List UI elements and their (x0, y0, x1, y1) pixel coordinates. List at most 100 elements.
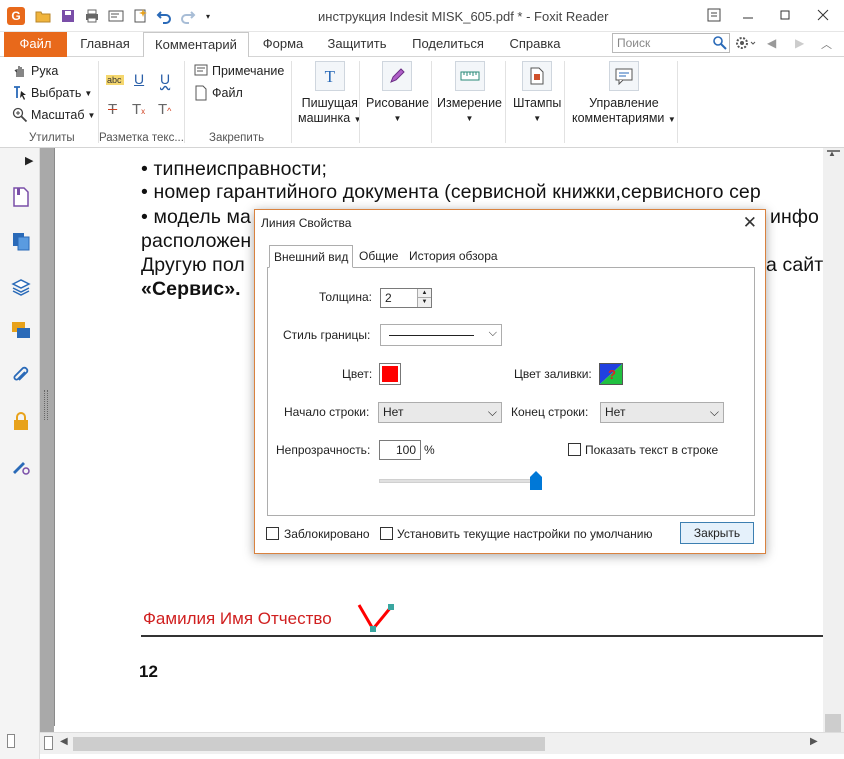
attachments-icon[interactable] (10, 365, 32, 387)
chevron-down-icon: ⌵ (487, 405, 497, 419)
signature-icon[interactable] (10, 455, 32, 477)
text-markup-group-label: Разметка текс... (99, 132, 184, 144)
tab-general[interactable]: Общие (355, 245, 402, 268)
stepper-up-icon[interactable]: ▲ (417, 289, 431, 298)
close-dialog-button[interactable]: Закрыть (680, 522, 754, 544)
title-bar: G ▾ инструкция Indesit MISK_605.pdf * - … (0, 0, 844, 32)
security-lock-icon[interactable] (10, 410, 32, 432)
vertical-scrollbar[interactable]: ▲ (823, 148, 844, 738)
horizontal-scrollbar[interactable]: ◀ ▶ (40, 732, 844, 754)
show-text-checkbox[interactable] (568, 443, 581, 456)
border-style-select[interactable]: ⌵ (380, 324, 502, 346)
ribbon-tab-bar: Файл Главная Комментарий Форма Защитить … (0, 32, 844, 82)
nav-back-icon[interactable]: ◀ (767, 36, 776, 50)
maximize-icon[interactable] (772, 4, 798, 26)
color-swatch-button[interactable] (379, 363, 401, 385)
opacity-input[interactable]: 100 (379, 440, 421, 460)
annotation-handle[interactable] (388, 604, 394, 610)
color-label: Цвет: (342, 367, 373, 381)
window-title: инструкция Indesit MISK_605.pdf * - Foxi… (318, 9, 609, 24)
document-line: • номер гарантийного документа (сервисно… (141, 181, 761, 203)
search-icon[interactable] (712, 35, 728, 54)
email-icon[interactable] (108, 8, 124, 24)
tab-protect[interactable]: Защитить (318, 32, 396, 57)
typewriter-button[interactable]: T Пишущая машинка ▼ (298, 61, 362, 127)
typewriter-label-1: Пишущая (301, 96, 358, 110)
signature-rule (141, 635, 823, 637)
zoom-tool-button[interactable]: Масштаб ▼ (12, 107, 95, 123)
signature-text: Фамилия Имя Отчество (143, 609, 332, 628)
close-icon[interactable] (810, 4, 836, 26)
note-button[interactable]: Примечание (193, 63, 284, 79)
manage-comments-button[interactable]: Управление комментариями ▼ (572, 61, 676, 127)
dialog-close-icon[interactable]: ✕ (743, 213, 757, 233)
print-icon[interactable] (84, 8, 100, 24)
pages-icon[interactable] (10, 230, 32, 252)
horizontal-scroll-thumb[interactable] (73, 737, 545, 751)
no-fill-icon: ? (600, 364, 622, 384)
collapse-ribbon-icon[interactable]: ︿ (821, 36, 832, 52)
line-start-select[interactable]: Нет ⌵ (378, 402, 502, 423)
scroll-left-icon[interactable]: ◀ (60, 736, 68, 747)
line-end-select[interactable]: Нет ⌵ (600, 402, 724, 423)
scroll-top-marker (827, 150, 840, 158)
select-tool-button[interactable]: Выбрать ▼ (12, 85, 92, 101)
stepper-down-icon[interactable]: ▼ (417, 298, 431, 307)
annotation-handle[interactable] (370, 626, 376, 632)
bookmark-icon[interactable] (10, 186, 32, 208)
tab-review-history[interactable]: История обзора (405, 245, 502, 268)
minimize-icon[interactable] (735, 4, 761, 26)
locked-label: Заблокировано (284, 527, 370, 541)
tab-share[interactable]: Поделиться (404, 32, 492, 57)
locked-checkbox[interactable] (266, 527, 279, 540)
customize-dropdown-icon[interactable]: ▾ (200, 8, 216, 24)
foxit-logo[interactable]: G (7, 7, 25, 25)
tab-help[interactable]: Справка (500, 32, 570, 57)
replace-text-icon[interactable]: Tx (132, 101, 145, 118)
tab-file[interactable]: Файл (4, 32, 67, 57)
fill-color-button[interactable]: ? (599, 363, 623, 385)
highlight-text-icon[interactable]: abc (106, 72, 124, 89)
measure-label: Измерение (437, 96, 503, 110)
squiggly-text-icon[interactable]: U (160, 71, 170, 87)
tab-comment[interactable]: Комментарий (143, 32, 249, 58)
save-icon[interactable] (60, 8, 76, 24)
open-folder-icon[interactable] (35, 8, 51, 24)
insert-text-icon[interactable]: T^ (158, 101, 171, 118)
attach-file-button[interactable]: Файл (193, 85, 243, 101)
tab-form[interactable]: Форма (253, 32, 313, 57)
stamps-button[interactable]: Штампы ▼ (513, 61, 561, 126)
drawing-button[interactable]: Рисование ▼ (366, 61, 429, 126)
hand-tool-button[interactable]: Рука (12, 63, 58, 79)
panel-splitter[interactable] (40, 148, 54, 732)
document-line: • модель ма (141, 206, 251, 228)
opacity-slider-thumb[interactable] (530, 471, 542, 490)
scroll-right-icon[interactable]: ▶ (810, 736, 818, 747)
redo-icon[interactable] (180, 8, 196, 24)
set-default-checkbox[interactable] (380, 527, 393, 540)
panel-toggle-icon[interactable] (7, 734, 15, 748)
thickness-stepper[interactable]: 2 ▲ ▼ (380, 288, 432, 308)
page-view-toggle[interactable] (44, 736, 53, 750)
app-menu-icon[interactable] (701, 4, 727, 26)
opacity-slider[interactable] (379, 471, 542, 490)
page-number: 12 (139, 662, 158, 681)
appearance-panel: Толщина: 2 ▲ ▼ Стиль границы: ⌵ Цвет: Цв… (267, 267, 755, 516)
new-icon[interactable] (132, 8, 148, 24)
expand-panel-icon[interactable]: ▶ (25, 154, 33, 167)
strikeout-text-icon[interactable]: T (108, 101, 117, 118)
border-style-label: Стиль границы: (283, 328, 371, 342)
comments-panel-icon[interactable] (10, 320, 32, 342)
line-annotation[interactable] (355, 601, 399, 637)
nav-forward-icon[interactable]: ▶ (795, 36, 804, 50)
vertical-scroll-thumb[interactable] (825, 714, 841, 734)
measure-button[interactable]: Измерение ▼ (437, 61, 502, 126)
tab-appearance[interactable]: Внешний вид (269, 245, 354, 268)
undo-icon[interactable] (156, 8, 172, 24)
pin-group-label: Закрепить (209, 132, 265, 144)
underline-text-icon[interactable]: U (134, 71, 144, 87)
document-fragment: инфо (770, 206, 819, 228)
tab-home[interactable]: Главная (71, 32, 139, 57)
layers-icon[interactable] (10, 276, 32, 298)
settings-gear-icon[interactable] (735, 35, 757, 54)
